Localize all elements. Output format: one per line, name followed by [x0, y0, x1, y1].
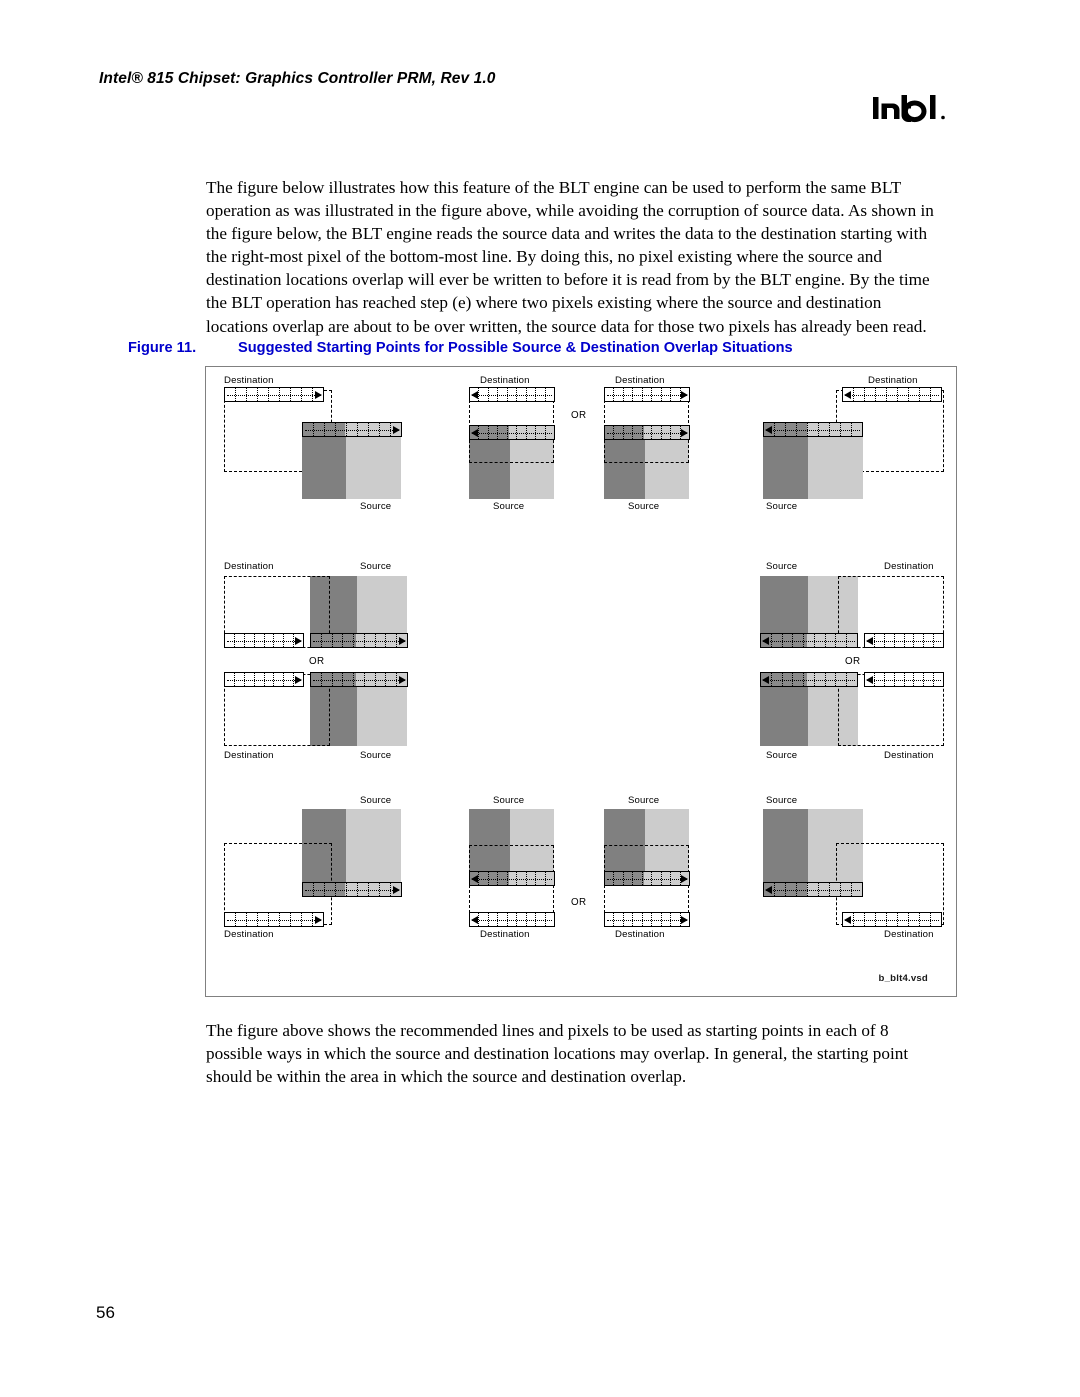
- page-header-title: Intel® 815 Chipset: Graphics Controller …: [99, 70, 496, 87]
- diagram-cell-r3c2: Source Destination: [456, 795, 576, 945]
- arrow-right-icon: [393, 885, 400, 894]
- source-label: Source: [493, 795, 525, 806]
- arrow-left-icon: [471, 874, 478, 883]
- start-pixel-bar-source: [302, 882, 402, 897]
- destination-label: Destination: [224, 375, 274, 386]
- figure-caption-text: Suggested Starting Points for Possible S…: [238, 340, 793, 356]
- diagram-cell-r1c2: Destination Source: [456, 373, 576, 513]
- source-label: Source: [628, 501, 660, 512]
- or-label-row1: OR: [571, 410, 587, 421]
- conclusion-paragraph: The figure above shows the recommended l…: [206, 1021, 909, 1087]
- source-label: Source: [493, 501, 525, 512]
- figure-number: Figure 11.: [128, 340, 197, 356]
- destination-label: Destination: [884, 750, 934, 761]
- or-label-row2-left: OR: [309, 656, 325, 667]
- arrow-left-icon: [765, 885, 772, 894]
- start-pixel-bar-destination: [842, 387, 942, 402]
- diagram-cell-r3c1: Source Destination: [220, 795, 420, 945]
- arrow-left-icon: [471, 428, 478, 437]
- arrow-left-icon: [844, 390, 851, 399]
- start-pixel-bar-destination: [864, 633, 944, 648]
- start-pixel-bar-source: [763, 882, 863, 897]
- figure-caption: Figure 11. Suggested Starting Points for …: [128, 340, 948, 360]
- source-label: Source: [628, 795, 660, 806]
- arrow-left-icon: [471, 390, 478, 399]
- arrow-right-icon: [681, 428, 688, 437]
- start-pixel-bar-source: [469, 871, 555, 886]
- intro-paragraph: The figure below illustrates how this fe…: [206, 178, 934, 336]
- diagram-cell-r1c3: Destination Source: [591, 373, 711, 513]
- arrow-right-icon: [399, 675, 406, 684]
- source-label: Source: [766, 561, 798, 572]
- start-pixel-bar-source: [302, 422, 402, 437]
- destination-label: Destination: [868, 375, 918, 386]
- diagram-cell-r2c1a: Destination Source: [220, 561, 420, 656]
- diagram-cell-r2c2a: Source Destination: [756, 561, 956, 656]
- intel-logo-icon: [872, 88, 952, 128]
- destination-label: Destination: [480, 929, 530, 940]
- document-page: Intel® 815 Chipset: Graphics Controller …: [0, 0, 1080, 1397]
- arrow-right-icon: [681, 915, 688, 924]
- destination-label: Destination: [480, 375, 530, 386]
- source-label: Source: [360, 501, 392, 512]
- or-label-row2-right: OR: [845, 656, 861, 667]
- diagram-cell-r1c1: Destination Source: [220, 373, 410, 513]
- arrow-right-icon: [681, 390, 688, 399]
- destination-label: Destination: [884, 929, 934, 940]
- arrow-right-icon: [295, 675, 302, 684]
- start-pixel-bar-source: [310, 633, 408, 648]
- source-label: Source: [766, 501, 798, 512]
- start-pixel-bar-destination: [469, 912, 555, 927]
- start-pixel-bar-destination: [224, 912, 324, 927]
- diagram-cell-r1c4: Destination Source: [756, 373, 946, 513]
- start-pixel-bar-destination: [224, 387, 324, 402]
- arrow-left-icon: [765, 425, 772, 434]
- diagram-cell-r3c4: Source Destination: [756, 795, 956, 945]
- arrow-right-icon: [399, 636, 406, 645]
- destination-label: Destination: [615, 929, 665, 940]
- start-pixel-bar-destination: [224, 672, 304, 687]
- arrow-left-icon: [866, 675, 873, 684]
- arrow-left-icon: [866, 636, 873, 645]
- arrow-right-icon: [681, 874, 688, 883]
- arrow-left-icon: [844, 915, 851, 924]
- arrow-right-icon: [295, 636, 302, 645]
- diagram-cell-r3c3: Source Destination: [591, 795, 711, 945]
- arrow-left-icon: [762, 675, 769, 684]
- source-label: Source: [766, 795, 798, 806]
- arrow-right-icon: [315, 915, 322, 924]
- arrow-right-icon: [393, 425, 400, 434]
- start-pixel-bar-source: [310, 672, 408, 687]
- or-label-row3: OR: [571, 897, 587, 908]
- source-label: Source: [360, 561, 392, 572]
- start-pixel-bar-destination: [604, 387, 690, 402]
- start-pixel-bar-destination: [842, 912, 942, 927]
- start-pixel-bar-source: [604, 871, 690, 886]
- source-label: Source: [360, 795, 392, 806]
- destination-label: Destination: [224, 750, 274, 761]
- figure-11-diagram: Destination Source Destination Source OR…: [205, 366, 957, 997]
- arrow-right-icon: [315, 390, 322, 399]
- start-pixel-bar-destination: [604, 912, 690, 927]
- start-pixel-bar-destination: [864, 672, 944, 687]
- start-pixel-bar-source: [469, 425, 555, 440]
- page-number: 56: [96, 1303, 115, 1322]
- start-pixel-bar-source: [760, 672, 858, 687]
- start-pixel-bar-source: [760, 633, 858, 648]
- start-pixel-bar-destination: [469, 387, 555, 402]
- arrow-left-icon: [471, 915, 478, 924]
- destination-label: Destination: [224, 929, 274, 940]
- source-label: Source: [360, 750, 392, 761]
- diagram-cell-r2c1b: Destination Source: [220, 672, 420, 772]
- destination-label: Destination: [884, 561, 934, 572]
- start-pixel-bar-source: [604, 425, 690, 440]
- destination-label: Destination: [615, 375, 665, 386]
- arrow-left-icon: [762, 636, 769, 645]
- start-pixel-bar-destination: [224, 633, 304, 648]
- source-label: Source: [766, 750, 798, 761]
- diagram-cell-r2c2b: Source Destination: [756, 672, 956, 772]
- figure-source-file-label: b_blt4.vsd: [878, 973, 928, 984]
- start-pixel-bar-source: [763, 422, 863, 437]
- destination-label: Destination: [224, 561, 274, 572]
